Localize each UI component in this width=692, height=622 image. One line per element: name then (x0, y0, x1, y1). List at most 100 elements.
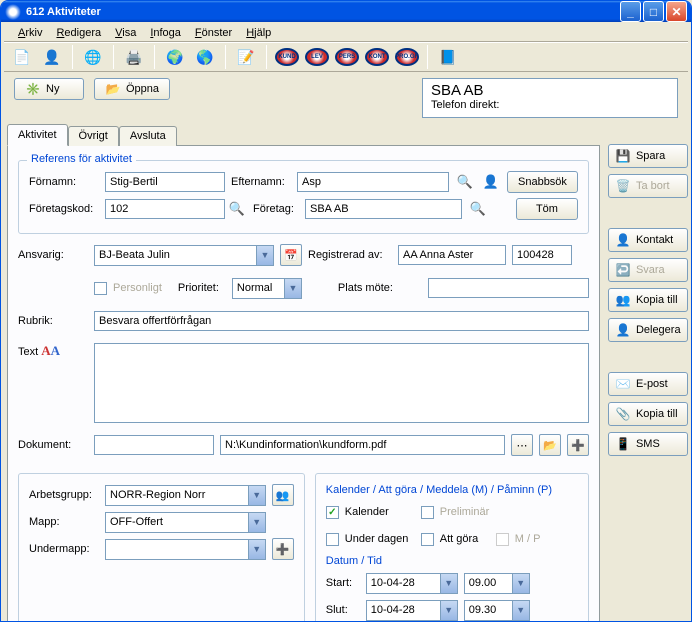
kopia-till-2-button[interactable]: 📎Kopia till (608, 402, 688, 426)
underdagen-checkbox[interactable] (326, 533, 339, 546)
attgora-chk-label: Att göra (440, 533, 490, 545)
search-kod-icon[interactable]: 🔍 (227, 199, 247, 219)
spara-button[interactable]: 💾Spara (608, 144, 688, 168)
arbetsgrupp-combo[interactable]: NORR-Region Norr ▼ (105, 485, 266, 506)
delegera-button[interactable]: 👤Delegera (608, 318, 688, 342)
print-icon[interactable]: 🖨️ (122, 45, 146, 69)
dokument-path-input[interactable] (220, 435, 505, 455)
toolbar: 📄 👤 🌐 🖨️ 🌍 🌎 📝 KUND LEV PERS KONT PRO.GR… (4, 42, 688, 72)
chevron-down-icon: ▼ (248, 540, 265, 559)
search-foretag-icon[interactable]: 🔍 (468, 199, 488, 219)
new-doc-icon[interactable]: 📄 (10, 45, 34, 69)
open-doc-button[interactable]: 📂 (539, 434, 561, 456)
undermapp-add-button[interactable]: ➕ (272, 538, 294, 560)
roundel-kont[interactable]: KONT (365, 48, 389, 66)
maximize-button[interactable]: □ (643, 1, 664, 22)
ansvarig-label: Ansvarig: (18, 249, 88, 261)
fornamn-input[interactable] (105, 172, 225, 192)
start-date-combo[interactable]: 10-04-28▼ (366, 573, 458, 594)
kalender-checkbox[interactable]: ✓ (326, 506, 339, 519)
open-label: Öppna (126, 83, 159, 95)
registrerad-input[interactable] (398, 245, 506, 265)
plats-input[interactable] (428, 278, 589, 298)
chevron-down-icon: ▼ (512, 601, 529, 620)
tab-ovrigt[interactable]: Övrigt (68, 126, 119, 146)
efternamn-input[interactable] (297, 172, 449, 192)
hdr-paminn[interactable]: Påminn (P) (497, 484, 552, 496)
slut-label: Slut: (326, 604, 360, 616)
start-time-combo[interactable]: 09.00▼ (464, 573, 530, 594)
ansvarig-combo[interactable]: BJ-Beata Julin ▼ (94, 245, 274, 266)
rubrik-input[interactable] (94, 311, 589, 331)
hdr-kalender[interactable]: Kalender (326, 484, 370, 496)
new-user-icon[interactable]: 👤 (40, 45, 64, 69)
kopia-till-button[interactable]: 👥Kopia till (608, 288, 688, 312)
new-star-icon: ✳️ (25, 81, 41, 97)
menu-infoga[interactable]: Infoga (144, 25, 187, 41)
reply-icon: ↩️ (615, 262, 631, 278)
menu-hjalp[interactable]: Hjälp (240, 25, 277, 41)
menu-redigera[interactable]: Redigera (50, 25, 107, 41)
person-icon[interactable]: 👤 (481, 172, 501, 192)
search-person-icon[interactable]: 🔍 (455, 172, 475, 192)
info-line2: Telefon direkt: (431, 99, 669, 111)
prioritet-label: Prioritet: (178, 282, 226, 294)
note-icon[interactable]: 📝 (234, 45, 258, 69)
slut-time-combo[interactable]: 09.30▼ (464, 600, 530, 621)
sms-button[interactable]: 📱SMS (608, 432, 688, 456)
phone-icon: 📱 (615, 436, 631, 452)
rubrik-label: Rubrik: (18, 315, 88, 327)
snabbsok-button[interactable]: Snabbsök (507, 171, 578, 193)
open-button[interactable]: 📂 Öppna (94, 78, 170, 100)
roundel-pers[interactable]: PERS (335, 48, 359, 66)
group-mapp: Arbetsgrupp: NORR-Region Norr ▼ 👥 Mapp: … (18, 473, 305, 622)
tabort-button: 🗑️Ta bort (608, 174, 688, 198)
preliminar-checkbox[interactable] (421, 506, 434, 519)
menu-visa[interactable]: Visa (109, 25, 142, 41)
kont-globe-icon[interactable]: 🌍 (163, 45, 187, 69)
hdr-meddela[interactable]: Meddela (M) (426, 484, 488, 496)
book-icon[interactable]: 📘 (436, 45, 460, 69)
calendar-picker-button[interactable]: 📅 (280, 244, 302, 266)
menu-bar: Arkiv Redigera Visa Infoga Fönster Hjälp (4, 25, 688, 42)
personligt-checkbox[interactable] (94, 282, 107, 295)
regnum-input[interactable] (512, 245, 572, 265)
slut-date-combo[interactable]: 10-04-28▼ (366, 600, 458, 621)
app-icon (5, 4, 21, 20)
tom-button[interactable]: Töm (516, 198, 578, 220)
menu-arkiv[interactable]: Arkiv (12, 25, 48, 41)
foretag-input[interactable] (305, 199, 462, 219)
close-button[interactable]: ✕ (666, 1, 687, 22)
prioritet-combo[interactable]: Normal ▼ (232, 278, 302, 299)
globe-icon[interactable]: 🌐 (81, 45, 105, 69)
mapp-label: Mapp: (29, 516, 99, 528)
title-bar: 612 Aktiviteter _ □ ✕ (1, 1, 691, 22)
foretag-globe-icon[interactable]: 🌎 (193, 45, 217, 69)
email-icon: ✉️ (615, 376, 631, 392)
plats-label: Plats möte: (338, 282, 422, 294)
menu-fonster[interactable]: Fönster (189, 25, 238, 41)
roundel-lev[interactable]: LEV (305, 48, 329, 66)
kontakt-button[interactable]: 👤Kontakt (608, 228, 688, 252)
roundel-kund[interactable]: KUND (275, 48, 299, 66)
copy-icon: 👥 (615, 292, 631, 308)
underdagen-chk-label: Under dagen (345, 533, 415, 545)
minimize-button[interactable]: _ (620, 1, 641, 22)
roundel-progr[interactable]: PRO.GR (395, 48, 419, 66)
hdr-attgora[interactable]: Att göra (378, 484, 417, 496)
new-label: Ny (46, 83, 59, 95)
text-area[interactable] (94, 343, 589, 423)
arbetsgrupp-add-button[interactable]: 👥 (272, 484, 294, 506)
epost-button[interactable]: ✉️E-post (608, 372, 688, 396)
undermapp-combo[interactable]: ▼ (105, 539, 266, 560)
tab-aktivitet[interactable]: Aktivitet (7, 124, 68, 146)
tab-avsluta[interactable]: Avsluta (119, 126, 177, 146)
new-button[interactable]: ✳️ Ny (14, 78, 84, 100)
foretagskod-input[interactable] (105, 199, 225, 219)
dokument-short-input[interactable] (94, 435, 214, 455)
add-doc-button[interactable]: ➕ (567, 434, 589, 456)
attgora-checkbox[interactable] (421, 533, 434, 546)
mapp-combo[interactable]: OFF-Offert ▼ (105, 512, 266, 533)
browse-button[interactable]: ⋯ (511, 434, 533, 456)
chevron-down-icon: ▼ (256, 246, 273, 265)
